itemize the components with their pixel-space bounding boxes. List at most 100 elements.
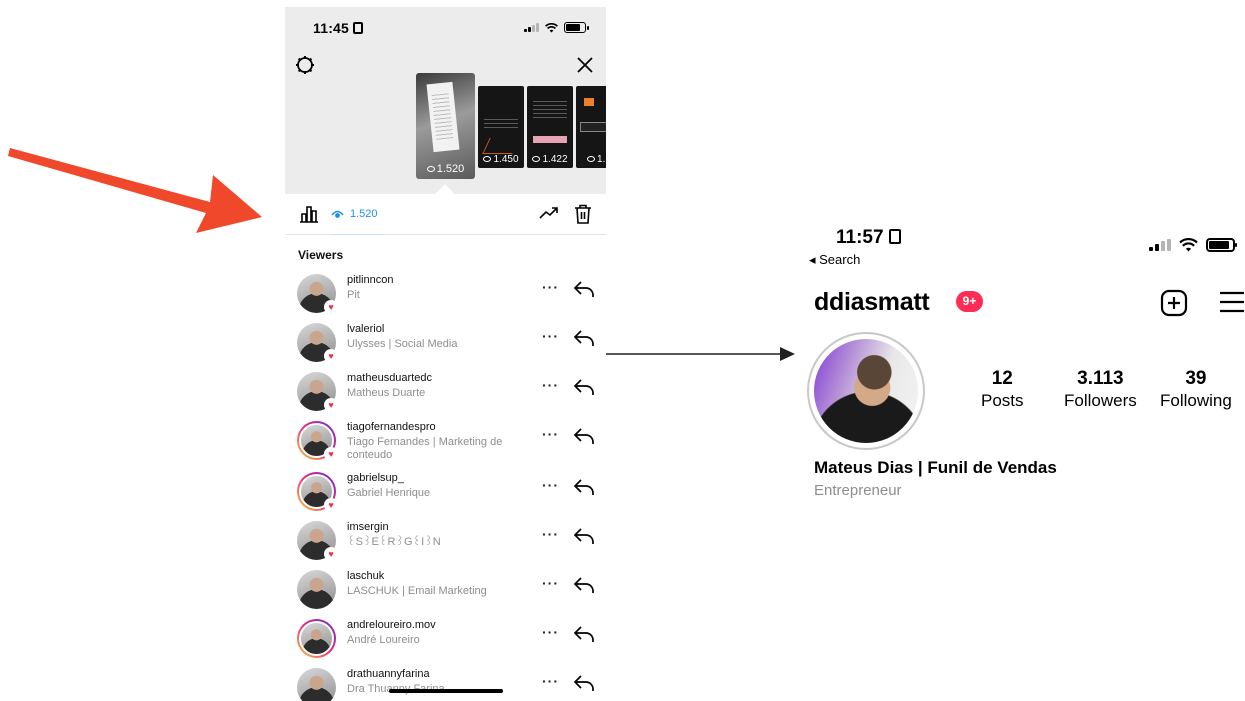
viewer-username[interactable]: matheusduartedc: [347, 372, 432, 384]
story-thumbnail[interactable]: 1.422: [527, 86, 573, 168]
more-options-icon[interactable]: ···: [542, 477, 559, 493]
back-to-search-link[interactable]: ◂ Search: [809, 252, 860, 268]
home-indicator: [389, 689, 503, 693]
stat-following[interactable]: 39 Following: [1160, 368, 1232, 411]
viewer-full-name: Pit: [347, 289, 360, 301]
more-options-icon[interactable]: ···: [542, 328, 559, 344]
viewer-full-name: Ulysses | Social Media: [347, 338, 458, 350]
reply-icon[interactable]: [573, 478, 595, 501]
profile-screen: 11:57 ◂ Search ddiasmatt 9+ 12 Posts 3.1…: [805, 220, 1245, 500]
more-options-icon[interactable]: ···: [542, 575, 559, 591]
heart-icon: ♥: [324, 398, 338, 412]
reply-icon[interactable]: [573, 674, 595, 697]
viewer-row[interactable]: drathuannyfarinaDra Thuanny Farina···: [285, 668, 606, 701]
status-bar-icons: [1149, 238, 1237, 252]
viewer-username[interactable]: drathuannyfarina: [347, 668, 430, 680]
heart-icon: ♥: [324, 300, 338, 314]
viewer-full-name: André Loureiro: [347, 634, 420, 646]
viewer-avatar[interactable]: ♥: [297, 323, 338, 363]
reply-icon[interactable]: [573, 280, 595, 303]
reply-icon[interactable]: [573, 378, 595, 401]
viewer-username[interactable]: pitlinncon: [347, 274, 393, 286]
viewer-avatar[interactable]: [297, 668, 336, 701]
new-post-icon[interactable]: [1160, 289, 1188, 317]
trash-icon[interactable]: [574, 204, 592, 224]
viewer-full-name: Gabriel Henrique: [347, 487, 431, 499]
viewer-row[interactable]: ♥ imsergin ꒰S꒱E꒰R꒱G꒰I꒱N ···: [285, 521, 606, 567]
profile-category: Entrepreneur: [814, 482, 902, 499]
story-preview-area: 11:45 1.520 1.450 1.422 1.: [285, 7, 606, 204]
status-bar-time: 11:57: [836, 227, 901, 249]
viewer-full-name: Tiago Fernandes | Marketing de conteudo: [347, 436, 503, 461]
viewer-row[interactable]: laschuk LASCHUK | Email Marketing ···: [285, 570, 606, 616]
viewer-avatar[interactable]: ♥: [297, 421, 338, 461]
notification-badge[interactable]: 9+: [956, 291, 983, 312]
more-options-icon[interactable]: ···: [542, 624, 559, 640]
insights-bar-icon[interactable]: [299, 205, 319, 223]
battery-icon: [564, 22, 589, 33]
signal-icon: [524, 23, 539, 32]
thumbnail-view-count: 1.422: [527, 154, 573, 165]
more-options-icon[interactable]: ···: [542, 426, 559, 442]
reply-icon[interactable]: [573, 329, 595, 352]
viewer-avatar[interactable]: [297, 570, 336, 609]
viewers-heading: Viewers: [298, 248, 344, 262]
viewer-row[interactable]: ♥ pitlinncon Pit ···: [285, 274, 606, 320]
reply-icon[interactable]: [573, 427, 595, 450]
viewer-row[interactable]: ♥ tiagofernandespro Tiago Fernandes | Mark…: [285, 421, 606, 467]
wifi-icon: [545, 22, 558, 32]
viewer-full-name: ꒰S꒱E꒰R꒱G꒰I꒱N: [347, 536, 441, 548]
viewer-row[interactable]: ♥ matheusduartedc Matheus Duarte ···: [285, 372, 606, 418]
tab-viewers[interactable]: 1.520: [331, 202, 383, 235]
viewer-username[interactable]: lvaleriol: [347, 323, 384, 335]
heart-icon: ♥: [324, 547, 338, 561]
story-thumbnail[interactable]: 1.520: [416, 73, 475, 179]
viewer-username[interactable]: laschuk: [347, 570, 384, 582]
viewer-row[interactable]: ♥ gabrielsup_ Gabriel Henrique ···: [285, 472, 606, 518]
close-icon[interactable]: [575, 55, 595, 75]
reply-icon[interactable]: [573, 576, 595, 599]
heart-icon: ♥: [324, 349, 338, 363]
signal-icon: [1149, 239, 1171, 251]
viewer-avatar[interactable]: ♥: [297, 521, 338, 561]
status-bar-time: 11:45: [313, 20, 364, 36]
story-thumbnail[interactable]: 1.450: [478, 86, 524, 168]
more-options-icon[interactable]: ···: [542, 279, 559, 295]
viewer-avatar[interactable]: ♥: [297, 274, 338, 314]
story-tab-bar: 1.520: [285, 194, 606, 235]
more-options-icon[interactable]: ···: [542, 526, 559, 542]
wifi-icon: [1179, 238, 1198, 252]
profile-avatar[interactable]: [807, 332, 925, 450]
thumbnail-view-count: 1.450: [478, 154, 524, 165]
viewer-full-name: LASCHUK | Email Marketing: [347, 585, 487, 597]
trending-icon[interactable]: [539, 206, 559, 220]
settings-icon[interactable]: [295, 55, 315, 75]
reply-icon[interactable]: [573, 625, 595, 648]
viewer-avatar[interactable]: [297, 619, 336, 658]
heart-icon: ♥: [324, 498, 338, 512]
viewer-username[interactable]: imsergin: [347, 521, 389, 533]
eye-icon: [331, 210, 344, 218]
profile-username: ddiasmatt: [814, 288, 930, 316]
status-bar-icons: [524, 22, 589, 33]
viewer-username[interactable]: andreloureiro.mov: [347, 619, 436, 631]
menu-icon[interactable]: [1219, 291, 1245, 313]
stat-posts[interactable]: 12 Posts: [981, 368, 1024, 411]
reply-icon[interactable]: [573, 527, 595, 550]
profile-display-name: Mateus Dias | Funil de Vendas: [814, 458, 1057, 477]
viewer-avatar[interactable]: ♥: [297, 372, 338, 412]
viewer-username[interactable]: tiagofernandespro: [347, 421, 436, 433]
connector-arrow: [606, 347, 795, 361]
heart-icon: ♥: [324, 447, 338, 461]
viewer-username[interactable]: gabrielsup_: [347, 472, 404, 484]
viewer-row[interactable]: ♥ lvaleriol Ulysses | Social Media ···: [285, 323, 606, 369]
viewer-row[interactable]: andreloureiro.mov André Loureiro ···: [285, 619, 606, 665]
thumbnail-view-count: 1.520: [416, 163, 475, 175]
story-viewers-screen: 11:45 1.520 1.450 1.422 1. 1.520 Viewers…: [285, 7, 606, 701]
more-options-icon[interactable]: ···: [542, 377, 559, 393]
viewer-avatar[interactable]: ♥: [297, 472, 338, 512]
stat-followers[interactable]: 3.113 Followers: [1064, 368, 1137, 411]
views-count: 1.520: [350, 208, 378, 220]
more-options-icon[interactable]: ···: [542, 673, 559, 689]
story-thumbnail[interactable]: 1.1: [576, 86, 606, 168]
